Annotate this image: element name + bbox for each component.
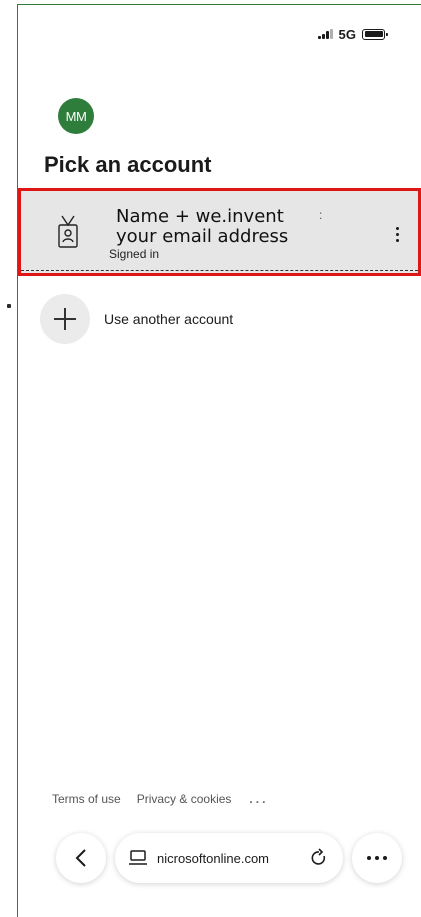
battery-icon	[362, 28, 389, 40]
dashed-divider	[21, 270, 418, 271]
url-text: nicrosoftonline.com	[157, 850, 269, 866]
plus-icon	[40, 294, 90, 344]
privacy-cookies-link[interactable]: Privacy & cookies	[137, 792, 232, 806]
more-links-button[interactable]: ...	[249, 792, 268, 806]
colon-mark: :	[319, 208, 323, 222]
back-button[interactable]	[56, 833, 106, 883]
page-title: Pick an account	[44, 152, 212, 177]
avatar: MM	[58, 98, 94, 134]
address-bar[interactable]: nicrosoftonline.com	[115, 833, 343, 883]
network-label: 5G	[338, 26, 357, 42]
account-name: Name + we.invent	[116, 206, 284, 227]
more-options-icon[interactable]	[387, 219, 407, 249]
more-horizontal-icon[interactable]	[352, 833, 402, 883]
cellular-signal-icon	[318, 29, 333, 39]
use-another-account-button[interactable]: Use another account	[40, 293, 340, 345]
laptop-icon	[129, 850, 147, 865]
account-status: Signed in	[109, 247, 160, 261]
chevron-left-icon	[75, 849, 86, 867]
account-tile[interactable]: Name + we.invent your email address Sign…	[18, 188, 421, 276]
reload-icon[interactable]	[309, 848, 329, 868]
use-another-account-label: Use another account	[104, 311, 234, 327]
footer-links: Terms of use Privacy & cookies ...	[52, 792, 268, 806]
screenshot-frame	[17, 4, 421, 917]
account-email: your email address	[116, 226, 289, 247]
edge-marker	[7, 304, 11, 308]
status-bar: 5G	[318, 26, 389, 42]
terms-of-use-link[interactable]: Terms of use	[52, 792, 121, 806]
id-badge-icon	[58, 215, 78, 248]
